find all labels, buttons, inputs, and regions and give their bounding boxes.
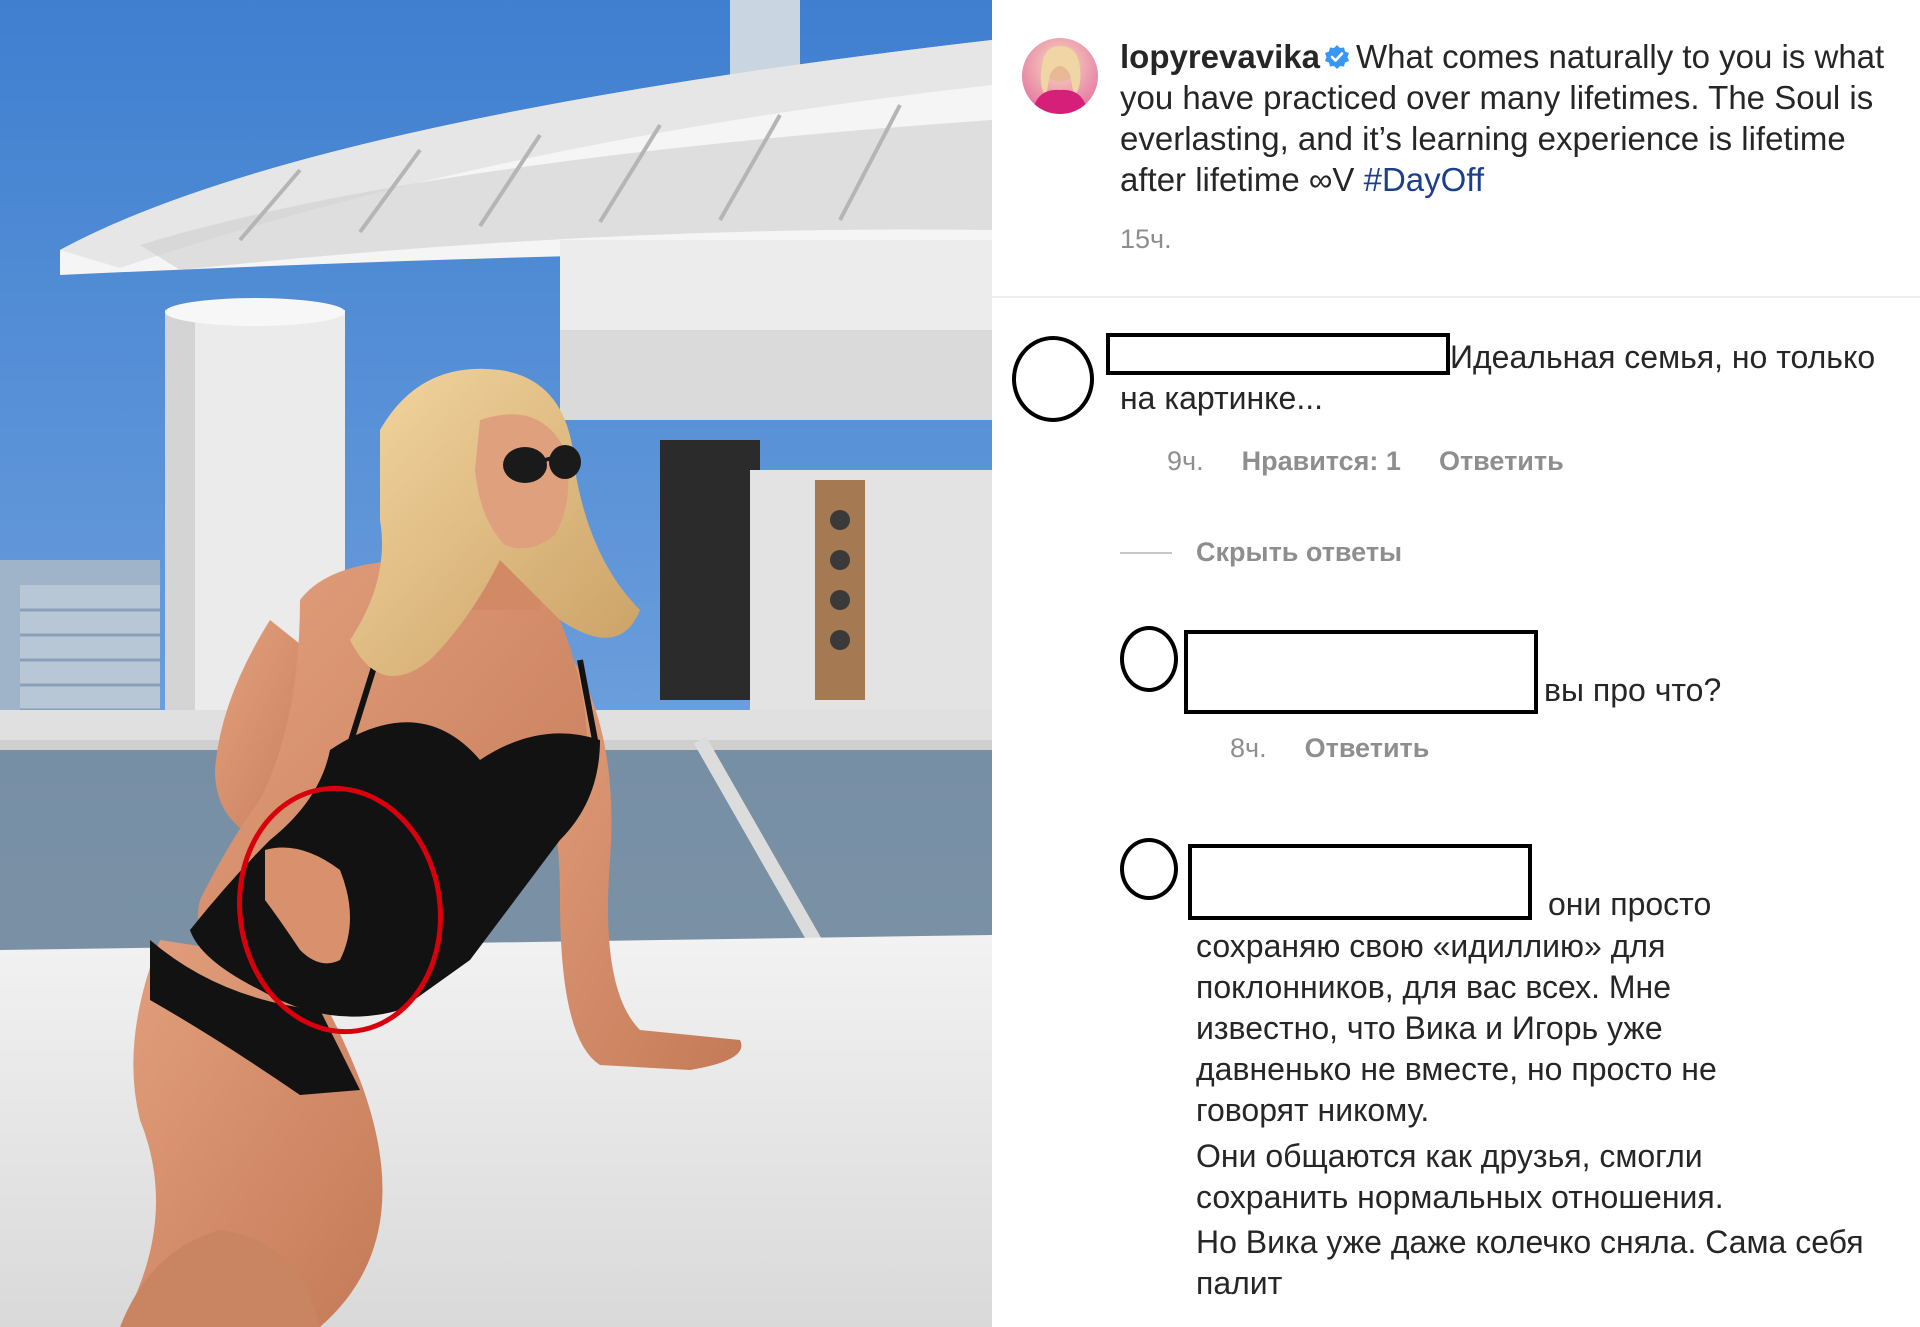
comment-time: 9ч. xyxy=(1167,446,1204,476)
post-photo xyxy=(0,0,992,1327)
comment-avatar-placeholder[interactable] xyxy=(1012,336,1094,422)
post-caption: lopyrevavika What comes naturally to you … xyxy=(1120,36,1910,200)
hide-replies-line xyxy=(1120,552,1172,554)
reply-text: вы про что? xyxy=(1544,672,1722,708)
reply-meta: 8ч. Ответить xyxy=(1230,733,1467,764)
reply-username-redacted[interactable] xyxy=(1188,844,1532,920)
divider xyxy=(992,296,1920,298)
reply-username-redacted[interactable] xyxy=(1184,630,1538,714)
author-avatar[interactable] xyxy=(1022,38,1098,114)
comment-text: Идеальная семья, но только на картинке..… xyxy=(1120,339,1876,416)
comments-panel: lopyrevavika What comes naturally to you … xyxy=(992,0,1920,1327)
reply-text-paragraph: Но Вика уже даже колечко сняла. Сама себ… xyxy=(1196,1224,1864,1301)
reply-time: 8ч. xyxy=(1230,733,1267,763)
reply-avatar-placeholder[interactable] xyxy=(1120,838,1178,900)
comment-likes[interactable]: Нравится: 1 xyxy=(1242,446,1401,476)
author-username[interactable]: lopyrevavika xyxy=(1120,38,1320,75)
post-timestamp: 15ч. xyxy=(1120,224,1172,254)
verified-badge-icon xyxy=(1324,45,1349,69)
reply-avatar-placeholder[interactable] xyxy=(1120,626,1178,692)
comment-meta: 9ч. Нравится: 1 Ответить xyxy=(1167,446,1602,477)
hashtag-link[interactable]: #DayOff xyxy=(1364,161,1484,198)
reply-button[interactable]: Ответить xyxy=(1439,446,1564,476)
reply-text-paragraph: Они общаются как друзья, смогли сохранит… xyxy=(1196,1138,1724,1215)
reply-button[interactable]: Ответить xyxy=(1305,733,1430,763)
reply-text-first-line: они просто xyxy=(1548,886,1712,922)
reply-text-paragraph: сохраняю свою «идиллию» для поклонников,… xyxy=(1196,928,1717,1128)
hide-replies-button[interactable]: Скрыть ответы xyxy=(1196,537,1402,568)
